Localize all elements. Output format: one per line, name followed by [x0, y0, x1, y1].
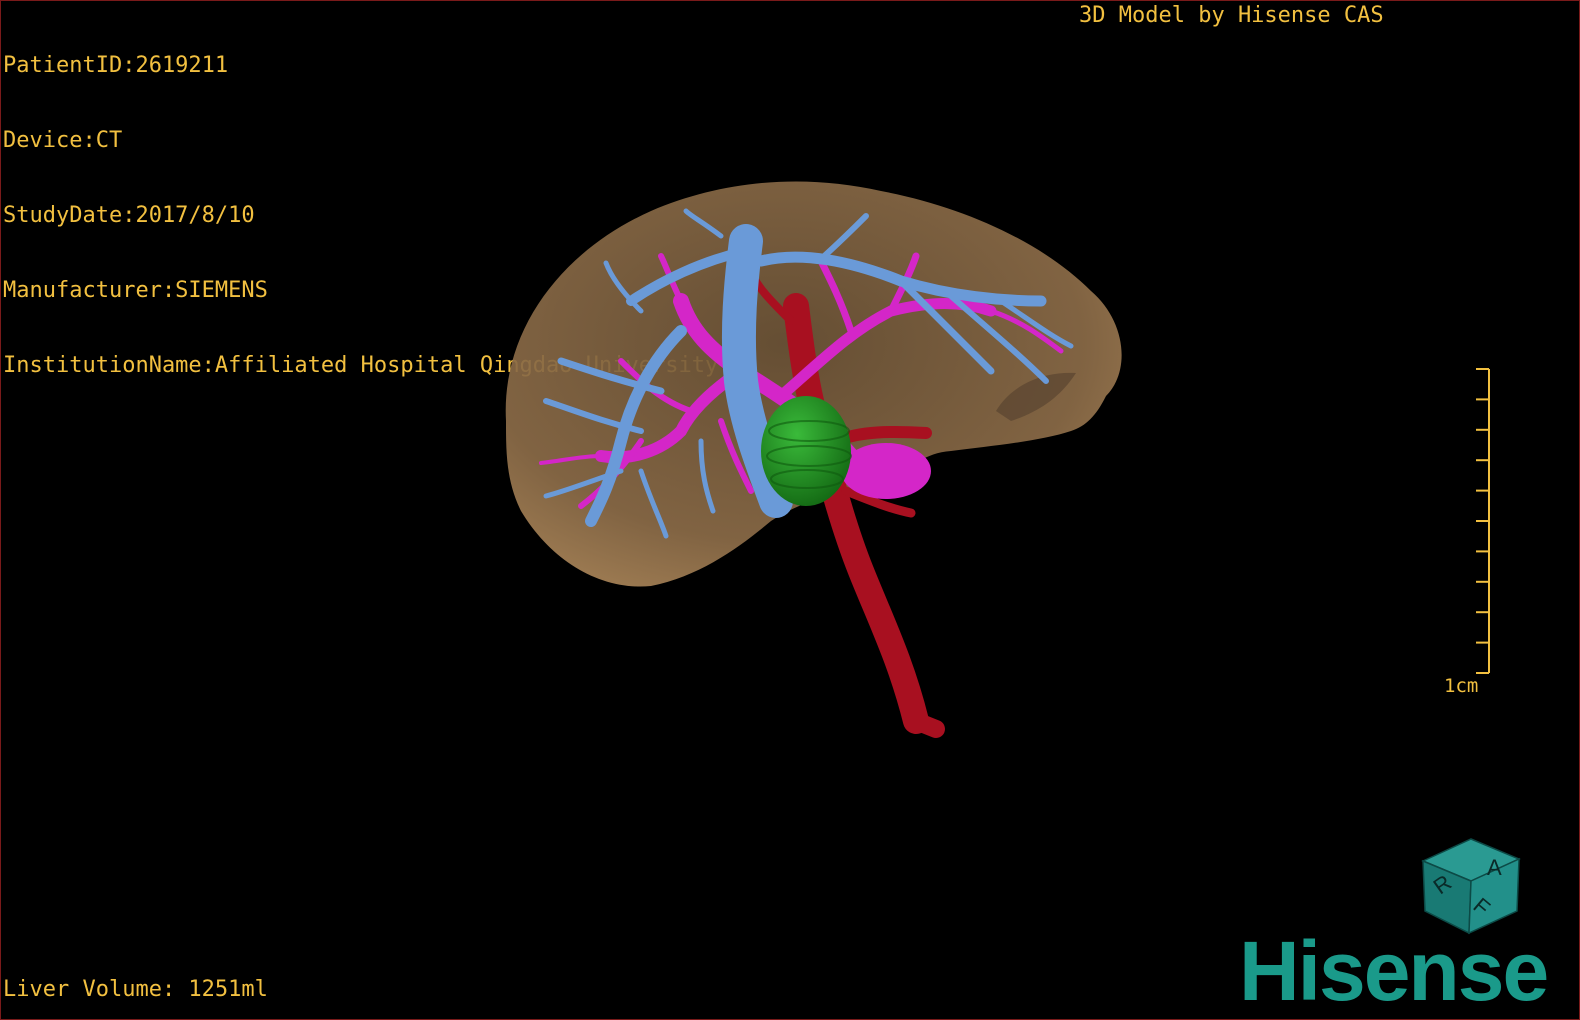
hisense-logo: Hisense: [1239, 924, 1549, 1018]
scale-bar-label: 1cm: [1444, 675, 1479, 697]
orientation-face-top: A: [1487, 855, 1502, 880]
scale-bar: [1476, 368, 1490, 674]
3d-viewport[interactable]: PatientID:2619211 Device:CT StudyDate:20…: [0, 0, 1580, 1020]
liver-volume-text: Liver Volume: 1251ml: [3, 977, 268, 1002]
